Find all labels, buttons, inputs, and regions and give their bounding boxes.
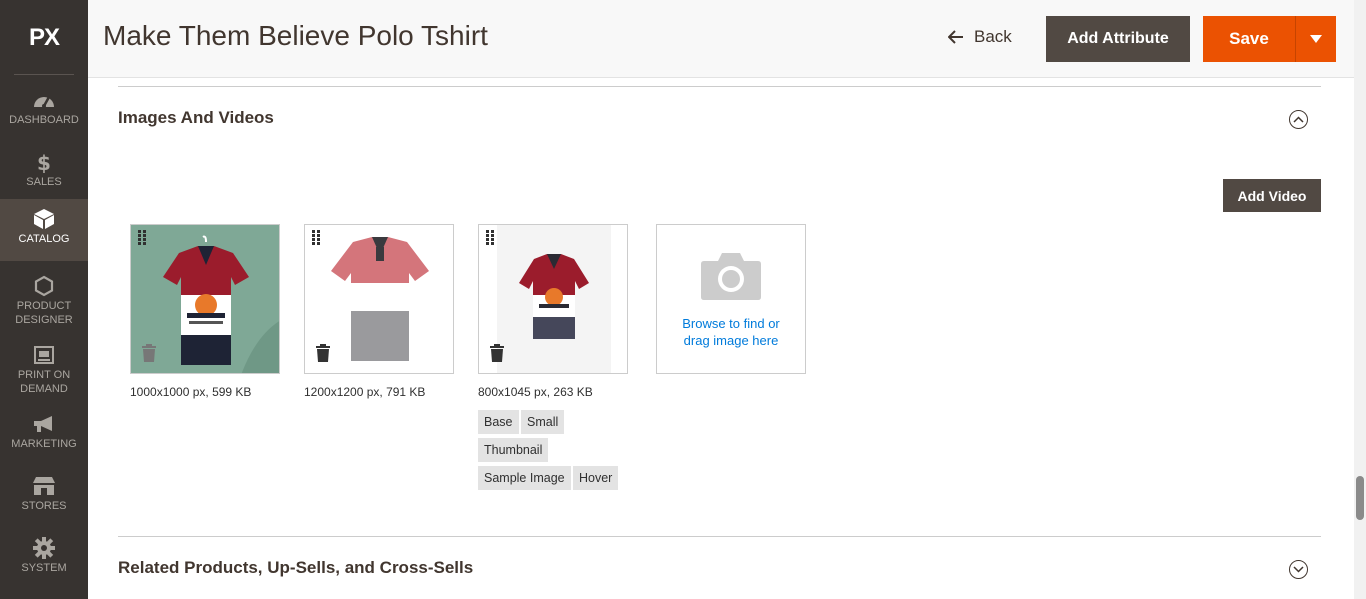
sidebar-item-label: PRINT ON DEMAND bbox=[17, 369, 71, 395]
trash-icon[interactable] bbox=[142, 344, 156, 366]
caret-down-icon bbox=[1310, 35, 1322, 43]
upload-prompt[interactable]: Browse to find or drag image here bbox=[682, 315, 780, 349]
dollar-icon: $ bbox=[36, 151, 52, 173]
save-options-toggle[interactable] bbox=[1295, 16, 1336, 62]
expand-icon[interactable] bbox=[1289, 560, 1308, 579]
image-role-tag: Sample Image bbox=[478, 466, 571, 490]
sidebar-item-label: DASHBOARD bbox=[9, 114, 79, 126]
upload-prompt-line2: drag image here bbox=[683, 333, 779, 348]
admin-sidebar: PX DASHBOARD $ SALES CATALOG PRODUCT DES… bbox=[0, 0, 88, 599]
image-role-tag: Base bbox=[478, 410, 519, 434]
sidebar-item-label: SALES bbox=[26, 176, 62, 188]
sidebar-item-stores[interactable]: STORES bbox=[0, 466, 88, 528]
upload-prompt-line1: Browse to find or bbox=[682, 316, 780, 331]
sidebar-item-dashboard[interactable]: DASHBOARD bbox=[0, 80, 88, 142]
image-info: 800x1045 px, 263 KB bbox=[478, 385, 593, 399]
page-title: Make Them Believe Polo Tshirt bbox=[103, 20, 488, 51]
logo[interactable]: PX bbox=[0, 0, 88, 75]
add-video-button[interactable]: Add Video bbox=[1223, 179, 1321, 212]
back-button-label: Back bbox=[974, 27, 1012, 46]
section-divider bbox=[118, 86, 1321, 87]
sidebar-item-marketing[interactable]: MARKETING bbox=[0, 404, 88, 466]
image-upload-dropzone[interactable]: Browse to find or drag image here bbox=[656, 224, 806, 374]
drag-handle-icon[interactable] bbox=[138, 230, 148, 250]
svg-text:$: $ bbox=[37, 151, 51, 173]
collapse-icon[interactable] bbox=[1289, 110, 1308, 129]
add-attribute-button[interactable]: Add Attribute bbox=[1046, 16, 1190, 62]
gear-icon bbox=[33, 537, 55, 559]
drag-handle-icon[interactable] bbox=[486, 230, 496, 250]
store-icon bbox=[31, 475, 57, 497]
product-image-card[interactable] bbox=[304, 224, 454, 374]
back-button[interactable]: Back bbox=[948, 27, 1012, 47]
image-role-tag: Thumbnail bbox=[478, 438, 549, 462]
image-role-tag: Small bbox=[521, 410, 565, 434]
page-header: Make Them Believe Polo Tshirt Back Add A… bbox=[88, 0, 1354, 78]
save-button[interactable]: Save bbox=[1203, 16, 1295, 62]
sidebar-item-label: SYSTEM bbox=[21, 562, 67, 574]
sidebar-item-system[interactable]: SYSTEM bbox=[0, 528, 88, 590]
sidebar-item-label: CATALOG bbox=[18, 233, 70, 245]
product-image-card[interactable] bbox=[478, 224, 628, 374]
sidebar-item-catalog[interactable]: CATALOG bbox=[0, 199, 88, 261]
box-icon bbox=[33, 208, 55, 230]
logo-divider bbox=[14, 74, 74, 75]
image-info: 1000x1000 px, 599 KB bbox=[130, 385, 252, 399]
trash-icon[interactable] bbox=[316, 344, 330, 366]
trash-icon[interactable] bbox=[490, 344, 504, 366]
image-info: 1200x1200 px, 791 KB bbox=[304, 385, 426, 399]
sidebar-item-label: PRODUCT DESIGNER bbox=[15, 300, 73, 326]
sidebar-item-print-on-demand[interactable]: PRINT ON DEMAND bbox=[0, 335, 88, 399]
print-icon bbox=[33, 344, 55, 366]
arrow-left-icon bbox=[948, 30, 963, 44]
camera-icon bbox=[701, 253, 761, 300]
scrollbar-thumb[interactable] bbox=[1356, 476, 1364, 520]
images-section-title[interactable]: Images And Videos bbox=[118, 108, 274, 128]
dashboard-icon bbox=[32, 89, 56, 111]
image-role-tag: Hover bbox=[573, 466, 619, 490]
product-image-card[interactable] bbox=[130, 224, 280, 374]
hexagon-icon bbox=[34, 275, 54, 297]
sidebar-item-label: MARKETING bbox=[11, 438, 77, 450]
sidebar-item-sales[interactable]: $ SALES bbox=[0, 142, 88, 204]
drag-handle-icon[interactable] bbox=[312, 230, 322, 250]
megaphone-icon bbox=[32, 413, 56, 435]
related-section-title[interactable]: Related Products, Up-Sells, and Cross-Se… bbox=[118, 558, 473, 578]
page-scrollbar[interactable] bbox=[1354, 0, 1366, 599]
section-divider bbox=[118, 536, 1321, 537]
sidebar-item-product-designer[interactable]: PRODUCT DESIGNER bbox=[0, 266, 88, 330]
sidebar-item-label: STORES bbox=[21, 500, 67, 512]
